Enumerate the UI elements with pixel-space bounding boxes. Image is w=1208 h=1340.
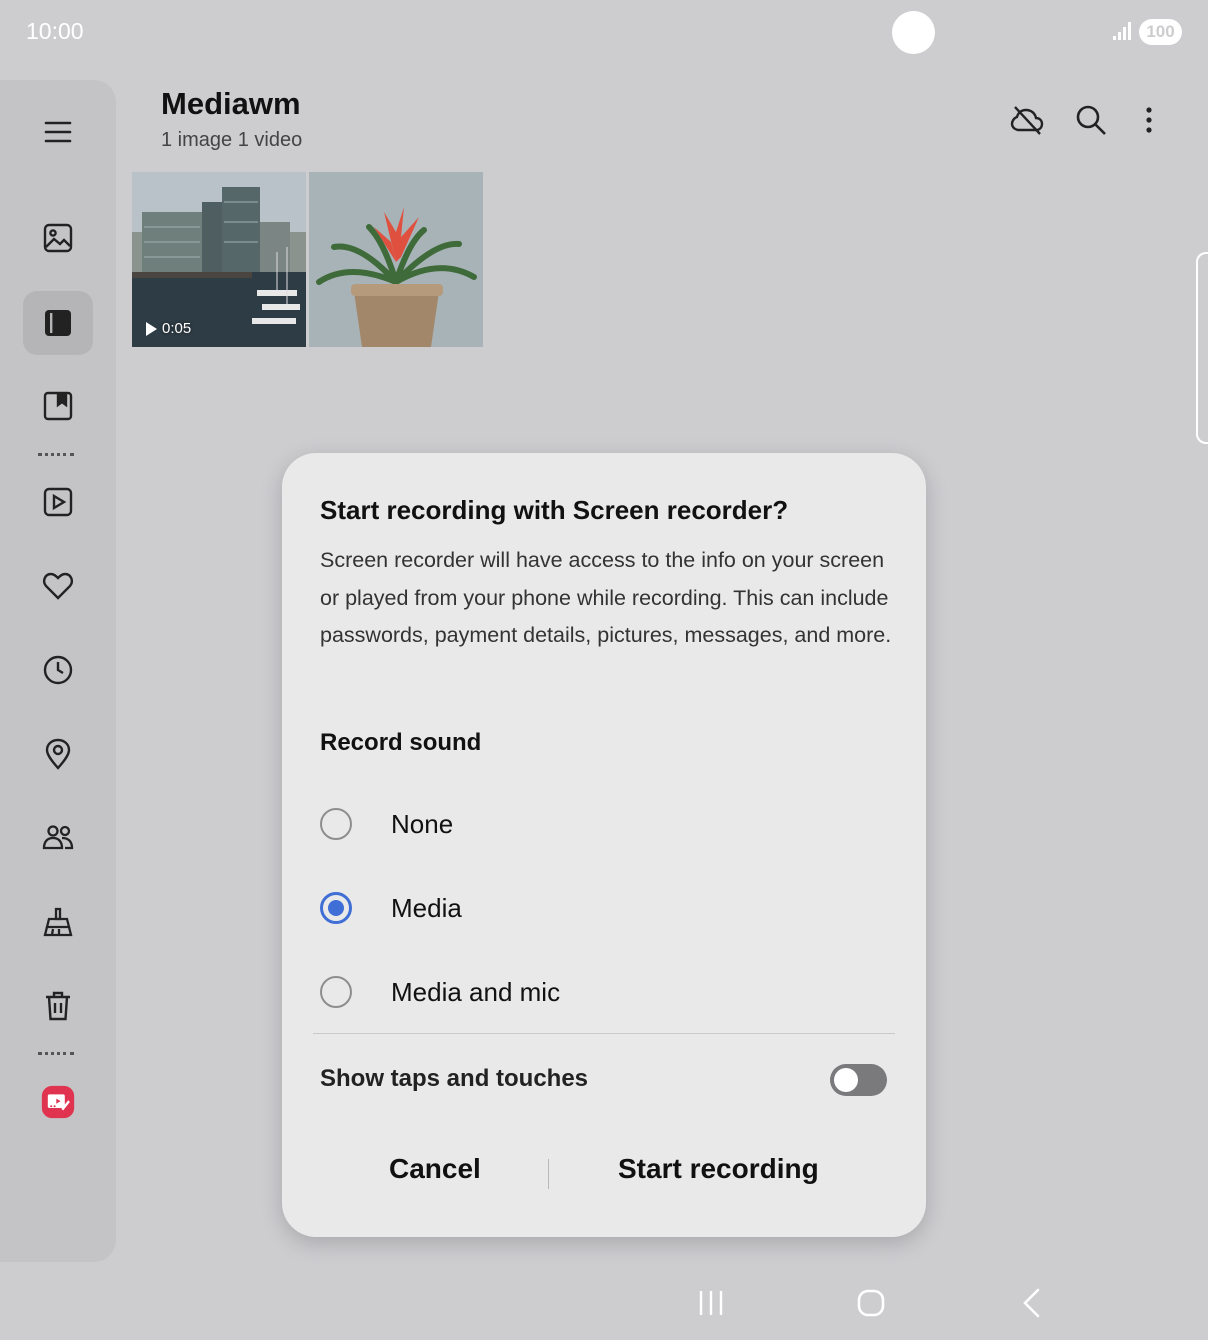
home-icon[interactable] <box>855 1286 887 1320</box>
option-media[interactable]: Media <box>320 880 462 936</box>
locations-icon[interactable] <box>23 722 93 786</box>
video-duration: 0:05 <box>146 320 191 337</box>
battery-indicator: 100 <box>1139 19 1182 45</box>
navigation-rail <box>0 80 116 1262</box>
start-recording-button[interactable]: Start recording <box>618 1153 819 1185</box>
back-icon[interactable] <box>1018 1286 1046 1320</box>
status-time: 10:00 <box>26 18 84 44</box>
dialog-title: Start recording with Screen recorder? <box>320 495 789 525</box>
rail-divider <box>38 453 74 456</box>
option-media-and-mic[interactable]: Media and mic <box>320 964 560 1020</box>
radio-none[interactable] <box>320 808 352 840</box>
more-options-icon[interactable] <box>1127 98 1171 142</box>
rail-divider <box>38 1052 74 1055</box>
album-subtitle: 1 image 1 video <box>161 129 303 151</box>
radio-media[interactable] <box>320 892 352 924</box>
pictures-icon[interactable] <box>23 206 93 270</box>
videos-icon[interactable] <box>23 470 93 534</box>
recent-icon[interactable] <box>23 638 93 702</box>
image-thumbnail[interactable] <box>309 172 483 347</box>
cancel-button[interactable]: Cancel <box>389 1153 481 1185</box>
toggle-knob <box>834 1068 858 1092</box>
screen: 10:00 100 Mediawm 1 image 1 video 0:05 S… <box>0 0 1208 1340</box>
video-thumbnail[interactable]: 0:05 <box>132 172 306 347</box>
cloud-off-icon[interactable] <box>1005 98 1049 142</box>
trash-icon[interactable] <box>23 974 93 1038</box>
option-none[interactable]: None <box>320 796 453 852</box>
menu-icon[interactable] <box>23 100 93 164</box>
play-icon <box>146 321 157 336</box>
cleanup-icon[interactable] <box>23 890 93 954</box>
option-media-label: Media <box>391 892 462 923</box>
button-separator <box>548 1159 549 1189</box>
record-sound-label: Record sound <box>320 729 482 756</box>
show-taps-label: Show taps and touches <box>320 1065 589 1092</box>
radio-media-and-mic[interactable] <box>320 976 352 1008</box>
option-none-label: None <box>391 808 454 839</box>
album-title: Mediawm <box>161 86 301 121</box>
edge-panel-handle[interactable] <box>1196 252 1208 444</box>
duration-label: 0:05 <box>162 320 192 337</box>
camera-cutout <box>892 11 935 54</box>
favorites-icon[interactable] <box>23 554 93 618</box>
screen-recorder-icon[interactable] <box>23 1070 93 1134</box>
potted-plant-image <box>309 172 483 347</box>
shared-icon[interactable] <box>23 806 93 870</box>
stories-icon[interactable] <box>23 374 93 438</box>
show-taps-toggle[interactable] <box>830 1064 887 1096</box>
albums-icon[interactable] <box>23 291 93 355</box>
signal-icon <box>1113 22 1131 40</box>
dialog-divider <box>313 1033 895 1034</box>
option-media-and-mic-label: Media and mic <box>391 976 561 1007</box>
dialog-body: Screen recorder will have access to the … <box>320 548 892 647</box>
search-icon[interactable] <box>1069 98 1113 142</box>
screen-recorder-dialog: Start recording with Screen recorder? Sc… <box>282 453 926 1237</box>
recents-icon[interactable] <box>696 1286 726 1320</box>
